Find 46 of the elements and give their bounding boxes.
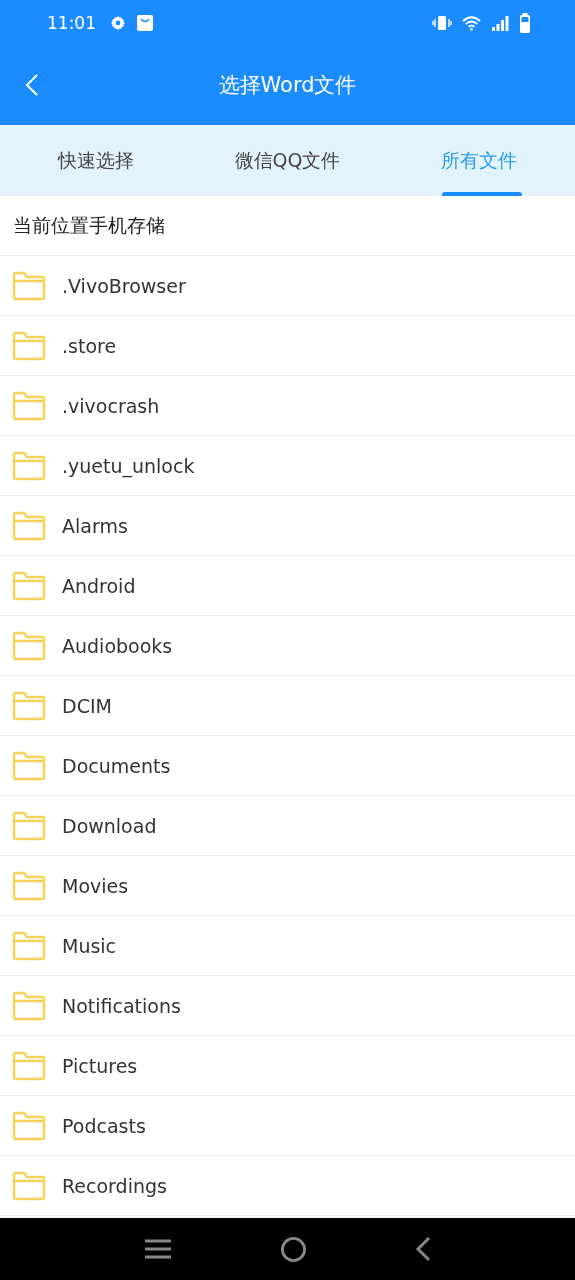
folder-row[interactable]: Music [0,916,575,976]
tab[interactable]: 微信QQ文件 [191,125,384,196]
folder-icon [12,870,46,901]
folder-row[interactable]: .VivoBrowser [0,256,575,316]
folder-icon [12,630,46,661]
folder-row[interactable]: Movies [0,856,575,916]
vibrate-icon [432,14,452,31]
folder-icon [12,810,46,841]
bag-icon [136,13,154,32]
folder-row[interactable]: Download [0,796,575,856]
folder-row[interactable]: Pictures [0,1036,575,1096]
folder-row[interactable]: Documents [0,736,575,796]
home-icon[interactable] [280,1235,307,1263]
folder-row[interactable]: Recordings [0,1156,575,1216]
folder-icon [12,690,46,721]
folder-row[interactable]: Podcasts [0,1096,575,1156]
page-title: 选择Word文件 [218,72,357,99]
signal-icon [491,14,509,31]
folder-row[interactable]: DCIM [0,676,575,736]
folder-icon [12,930,46,961]
folder-row[interactable]: Android [0,556,575,616]
wifi-icon [462,14,481,31]
folder-icon [12,390,46,421]
folder-row[interactable]: Notifications [0,976,575,1036]
folder-icon [12,270,46,301]
folder-row[interactable]: .store [0,316,575,376]
folder-icon [12,510,46,541]
tab[interactable]: 快速选择 [0,125,192,196]
battery-icon [519,12,531,33]
folder-row[interactable]: .yuetu_unlock [0,436,575,496]
folder-icon [12,750,46,781]
location-label: 当前位置手机存储 [13,212,165,238]
back-icon[interactable] [415,1236,431,1262]
folder-row[interactable]: .vivocrash [0,376,575,436]
folder-icon [12,330,46,361]
folder-icon [12,1050,46,1081]
folder-icon [12,1110,46,1141]
folder-row[interactable]: Alarms [0,496,575,556]
status-time: 11:01 [47,12,96,33]
folder-icon [12,570,46,601]
folder-icon [12,990,46,1021]
folder-icon [12,1170,46,1201]
folder-row[interactable]: Audiobooks [0,616,575,676]
gear-icon [110,14,126,31]
folder-icon [12,450,46,481]
menu-icon[interactable] [144,1238,172,1260]
